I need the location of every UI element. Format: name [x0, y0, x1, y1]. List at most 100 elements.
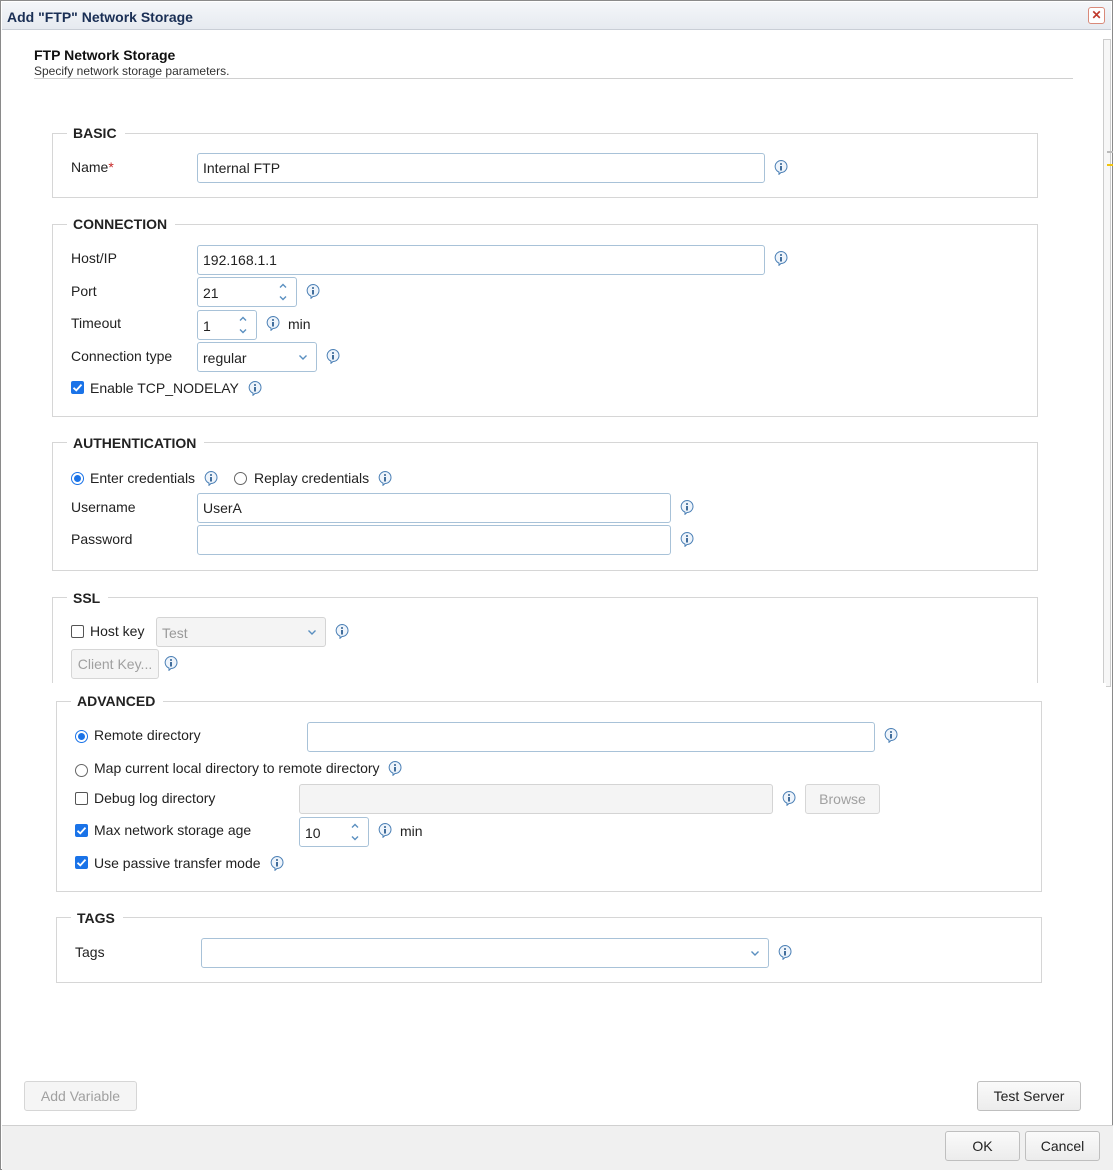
debug-log-input[interactable] — [299, 784, 773, 814]
chevron-up-icon[interactable] — [238, 314, 248, 324]
info-icon[interactable] — [163, 655, 179, 671]
host-key-value: Test — [162, 625, 188, 641]
page-subtitle: Specify network storage parameters. — [34, 64, 230, 78]
header-divider — [34, 78, 1073, 79]
host-input[interactable] — [197, 245, 765, 275]
chevron-up-icon[interactable] — [278, 281, 288, 291]
check-icon — [75, 856, 88, 869]
info-icon[interactable] — [883, 727, 899, 743]
cancel-button[interactable]: Cancel — [1025, 1131, 1100, 1161]
chevron-down-icon[interactable] — [238, 326, 248, 336]
tags-select[interactable] — [201, 938, 769, 968]
info-icon[interactable] — [773, 250, 789, 266]
name-input[interactable] — [197, 153, 765, 183]
check-icon — [71, 381, 84, 394]
timeout-value: 1 — [203, 318, 211, 334]
info-icon[interactable] — [269, 855, 285, 871]
info-icon[interactable] — [334, 623, 350, 639]
window-title: Add "FTP" Network Storage — [7, 9, 193, 25]
info-icon[interactable] — [265, 315, 281, 331]
close-icon: ✕ — [1091, 8, 1102, 22]
remote-directory-label: Remote directory — [94, 727, 201, 743]
host-key-checkbox[interactable] — [71, 625, 84, 638]
info-icon[interactable] — [325, 348, 341, 364]
chevron-down-icon[interactable] — [290, 343, 316, 371]
client-key-button[interactable]: Client Key... — [71, 649, 159, 679]
replay-credentials-label: Replay credentials — [254, 470, 370, 486]
passive-mode-checkbox[interactable] — [75, 856, 88, 869]
chevron-up-icon[interactable] — [350, 821, 360, 831]
browse-button[interactable]: Browse — [805, 784, 880, 814]
stepper-arrows[interactable] — [230, 311, 256, 339]
remote-directory-input[interactable] — [307, 722, 875, 752]
chevron-down-icon[interactable] — [742, 939, 768, 967]
remote-directory-radio[interactable] — [75, 730, 88, 743]
timeout-stepper[interactable]: 1 — [197, 310, 257, 340]
username-label: Username — [71, 499, 136, 515]
title-bar: Add "FTP" Network Storage ✕ — [2, 2, 1111, 30]
stepper-arrows[interactable] — [270, 278, 296, 306]
required-marker: * — [108, 159, 114, 175]
password-label: Password — [71, 531, 133, 547]
close-button[interactable]: ✕ — [1088, 7, 1105, 24]
info-icon[interactable] — [679, 531, 695, 547]
info-icon[interactable] — [773, 159, 789, 175]
ssl-section — [52, 597, 1038, 697]
tcp-nodelay-label: Enable TCP_NODELAY — [90, 380, 239, 396]
advanced-legend: ADVANCED — [71, 693, 164, 709]
host-label: Host/IP — [71, 250, 117, 266]
debug-log-label: Debug log directory — [94, 790, 216, 806]
enter-credentials-radio[interactable] — [71, 472, 84, 485]
chevron-down-icon[interactable] — [278, 293, 288, 303]
authentication-legend: AUTHENTICATION — [67, 435, 205, 451]
enter-credentials-label: Enter credentials — [90, 470, 196, 486]
info-icon[interactable] — [781, 790, 797, 806]
debug-log-checkbox[interactable] — [75, 792, 88, 805]
page-title: FTP Network Storage — [34, 47, 176, 63]
port-label: Port — [71, 283, 97, 299]
check-icon — [75, 824, 88, 837]
connection-type-value: regular — [203, 350, 247, 366]
max-age-checkbox[interactable] — [75, 824, 88, 837]
scrollbar[interactable] — [1103, 39, 1111, 687]
info-icon[interactable] — [247, 380, 263, 396]
chevron-down-icon[interactable] — [299, 618, 325, 646]
info-icon[interactable] — [377, 470, 393, 486]
add-variable-button[interactable]: Add Variable — [24, 1081, 137, 1111]
host-key-label: Host key — [90, 623, 145, 639]
info-icon[interactable] — [203, 470, 219, 486]
tcp-nodelay-checkbox[interactable] — [71, 381, 84, 394]
connection-type-label: Connection type — [71, 348, 173, 364]
info-icon[interactable] — [777, 944, 793, 960]
host-key-select[interactable]: Test — [156, 617, 326, 647]
test-server-button[interactable]: Test Server — [977, 1081, 1081, 1111]
max-age-stepper[interactable]: 10 — [299, 817, 369, 847]
map-directory-label: Map current local directory to remote di… — [94, 760, 380, 776]
ok-button[interactable]: OK — [945, 1131, 1020, 1161]
passive-mode-label: Use passive transfer mode — [94, 855, 261, 871]
port-value: 21 — [203, 285, 219, 301]
ssl-legend: SSL — [67, 590, 109, 606]
info-icon[interactable] — [377, 822, 393, 838]
name-label: Name* — [71, 159, 114, 175]
replay-credentials-radio[interactable] — [234, 472, 247, 485]
ftp-dialog: Add "FTP" Network Storage ✕ FTP Network … — [0, 0, 1113, 1170]
connection-type-select[interactable]: regular — [197, 342, 317, 372]
username-input[interactable] — [197, 493, 671, 523]
info-icon[interactable] — [305, 283, 321, 299]
chevron-down-icon[interactable] — [350, 833, 360, 843]
basic-legend: BASIC — [67, 125, 125, 141]
port-stepper[interactable]: 21 — [197, 277, 297, 307]
max-age-value: 10 — [305, 825, 321, 841]
password-input[interactable] — [197, 525, 671, 555]
info-icon[interactable] — [387, 760, 403, 776]
tags-label: Tags — [75, 944, 105, 960]
tags-legend: TAGS — [71, 910, 123, 926]
max-age-label: Max network storage age — [94, 822, 252, 838]
timeout-unit: min — [288, 316, 311, 332]
connection-legend: CONNECTION — [67, 216, 176, 232]
info-icon[interactable] — [679, 499, 695, 515]
edge-mark — [1107, 164, 1113, 166]
map-directory-radio[interactable] — [75, 764, 88, 777]
stepper-arrows[interactable] — [342, 818, 368, 846]
